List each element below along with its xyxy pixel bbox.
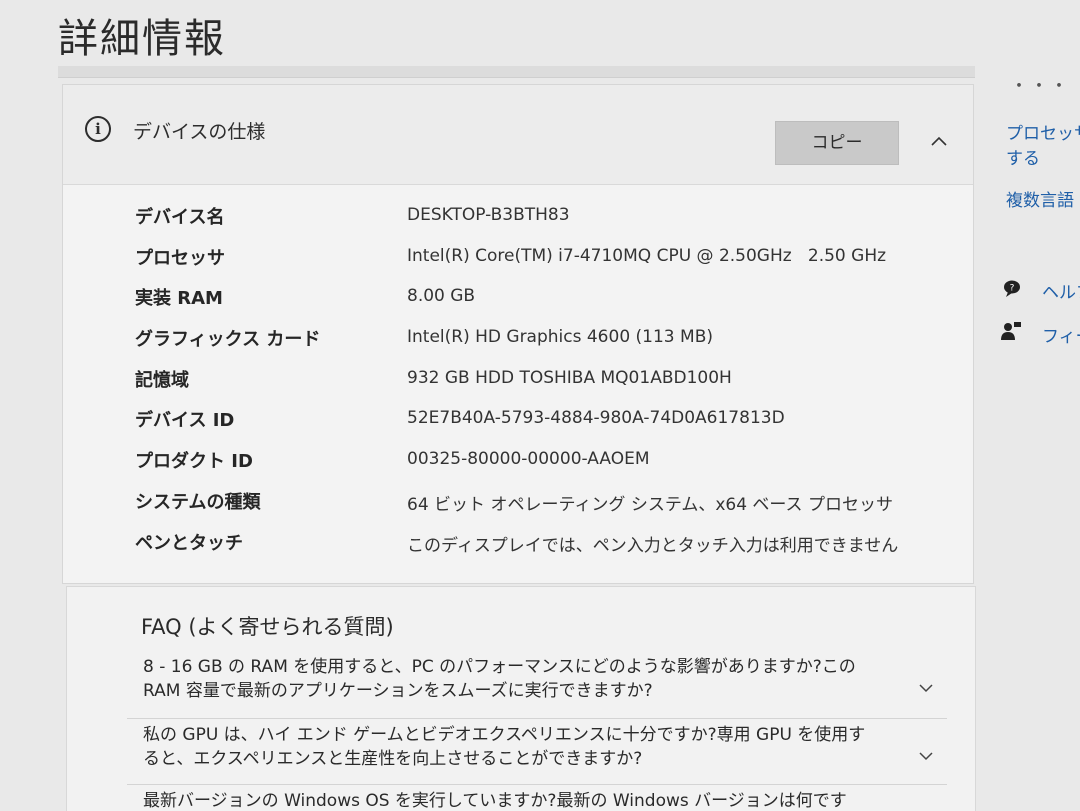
- faq-question: 私の GPU は、ハイ エンド ゲームとビデオエクスペリエンスに十分ですか?専用…: [143, 723, 883, 771]
- faq-title: FAQ (よく寄せられる質問): [141, 615, 394, 639]
- top-right-ellipsis: ・・・: [1010, 76, 1070, 96]
- spec-value: 64 ビット オペレーティング システム、x64 ベース プロセッサ: [407, 494, 893, 515]
- spec-label: ペンとタッチ: [135, 532, 243, 554]
- spec-label: グラフィックス カード: [135, 329, 321, 351]
- spec-value: 932 GB HDD TOSHIBA MQ01ABD100H: [407, 367, 732, 388]
- svg-text:?: ?: [1010, 284, 1015, 294]
- device-specs-header[interactable]: i デバイスの仕様 コピー: [63, 85, 973, 185]
- spec-label: デバイス名: [135, 207, 225, 228]
- spec-value: 00325-80000-00000-AAOEM: [407, 449, 650, 470]
- device-specs-list: デバイス名 DESKTOP-B3BTH83 プロセッサ Intel(R) Cor…: [63, 203, 973, 569]
- spec-label: デバイス ID: [135, 410, 235, 432]
- spec-label: プロセッサ: [135, 247, 225, 269]
- related-link-processor-line1: プロセッサ: [1006, 124, 1080, 144]
- spec-row-product-id: プロダクト ID 00325-80000-00000-AAOEM: [63, 447, 973, 488]
- spec-label: 記憶域: [135, 369, 189, 391]
- feedback-link[interactable]: フィー: [1042, 322, 1080, 347]
- spec-row-device-name: デバイス名 DESKTOP-B3BTH83: [63, 203, 973, 244]
- spec-label: システムの種類: [135, 491, 261, 513]
- spec-value: 52E7B40A-5793-4884-980A-74D0A617813D: [407, 408, 785, 429]
- info-icon: i: [85, 116, 111, 142]
- faq-question-line: 最新バージョンの Windows OS を実行していますか?最新の Window…: [143, 791, 847, 811]
- spec-row-graphics: グラフィックス カード Intel(R) HD Graphics 4600 (1…: [63, 325, 973, 366]
- top-divider-bar: [58, 66, 975, 78]
- spec-value: DESKTOP-B3BTH83: [407, 205, 570, 225]
- faq-card: FAQ (よく寄せられる質問) 8 - 16 GB の RAM を使用すると、P…: [66, 586, 976, 811]
- spec-value: このディスプレイでは、ペン入力とタッチ入力は利用できません: [407, 535, 899, 556]
- spec-label: プロダクト ID: [135, 451, 253, 473]
- feedback-person-icon: [1001, 322, 1021, 340]
- faq-item-ram[interactable]: 8 - 16 GB の RAM を使用すると、PC のパフォーマンスにどのような…: [127, 649, 947, 719]
- spec-value: 8.00 GB: [407, 286, 476, 307]
- help-chat-icon: ?: [1004, 280, 1020, 297]
- spec-value: Intel(R) HD Graphics 4600 (113 MB): [407, 327, 713, 348]
- faq-question: 最新バージョンの Windows OS を実行していますか?最新の Window…: [143, 789, 883, 811]
- spec-row-ram: 実装 RAM 8.00 GB: [63, 284, 973, 325]
- device-specs-title: デバイスの仕様: [133, 121, 266, 143]
- faq-question-line: RAM 容量で最新のアプリケーションをスムーズに実行できますか?: [143, 681, 653, 701]
- related-link-languages[interactable]: 複数言語: [1006, 186, 1074, 211]
- faq-question-line: ると、エクスペリエンスと生産性を向上させることができますか?: [143, 749, 643, 769]
- spec-row-processor: プロセッサ Intel(R) Core(TM) i7-4710MQ CPU @ …: [63, 244, 973, 285]
- faq-question-line: 私の GPU は、ハイ エンド ゲームとビデオエクスペリエンスに十分ですか?専用…: [143, 725, 866, 745]
- chevron-up-icon[interactable]: [929, 131, 949, 151]
- spec-row-system-type: システムの種類 64 ビット オペレーティング システム、x64 ベース プロセ…: [63, 488, 973, 529]
- faq-item-windows-version[interactable]: 最新バージョンの Windows OS を実行していますか?最新の Window…: [127, 787, 947, 811]
- spec-value: Intel(R) Core(TM) i7-4710MQ CPU @ 2.50GH…: [407, 245, 887, 266]
- spec-row-device-id: デバイス ID 52E7B40A-5793-4884-980A-74D0A617…: [63, 406, 973, 447]
- faq-question: 8 - 16 GB の RAM を使用すると、PC のパフォーマンスにどのような…: [143, 655, 883, 703]
- related-link-processor-line2: する: [1006, 149, 1040, 169]
- page-title: 詳細情報: [58, 16, 226, 62]
- help-link[interactable]: ヘルプ: [1042, 278, 1080, 303]
- chevron-down-icon[interactable]: [917, 679, 935, 697]
- device-specs-card: i デバイスの仕様 コピー デバイス名 DESKTOP-B3BTH83 プロセッ…: [62, 84, 974, 584]
- chevron-down-icon[interactable]: [917, 747, 935, 765]
- faq-question-line: 8 - 16 GB の RAM を使用すると、PC のパフォーマンスにどのような…: [143, 657, 856, 677]
- copy-button[interactable]: コピー: [775, 121, 899, 165]
- spec-row-pen-touch: ペンとタッチ このディスプレイでは、ペン入力とタッチ入力は利用できません: [63, 529, 973, 570]
- faq-item-gpu[interactable]: 私の GPU は、ハイ エンド ゲームとビデオエクスペリエンスに十分ですか?専用…: [127, 721, 947, 785]
- related-link-processor[interactable]: プロセッサ する: [1006, 122, 1080, 172]
- spec-label: 実装 RAM: [135, 288, 223, 310]
- spec-row-storage: 記憶域 932 GB HDD TOSHIBA MQ01ABD100H: [63, 366, 973, 407]
- settings-about-page: 詳細情報 ・・・ i デバイスの仕様 コピー デバイス名 DESKTOP-B3B…: [0, 0, 1080, 811]
